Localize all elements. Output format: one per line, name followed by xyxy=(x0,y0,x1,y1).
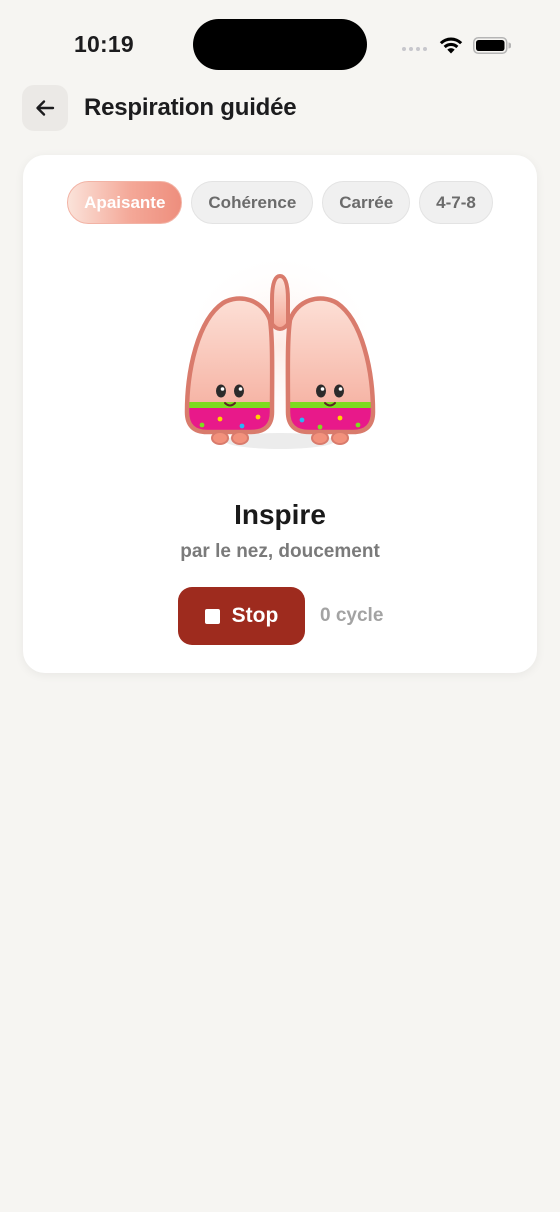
status-bar: 10:19 xyxy=(0,0,560,80)
breathing-card: Apaisante Cohérence Carrée 4-7-8 Inspire… xyxy=(23,155,537,673)
cycle-counter: 0 cycle xyxy=(320,605,384,626)
cellular-signal-icon xyxy=(402,47,427,51)
exercise-controls: Stop 0 cycle xyxy=(178,587,383,645)
phase-instruction: par le nez, doucement xyxy=(180,541,380,562)
dynamic-island xyxy=(193,19,367,70)
arrow-left-icon xyxy=(36,100,55,116)
stop-square-icon xyxy=(204,608,220,624)
header: Respiration guidée xyxy=(0,84,560,132)
tab-coherence[interactable]: Cohérence xyxy=(191,181,314,224)
battery-icon xyxy=(473,37,511,54)
lungs-icon xyxy=(180,260,380,450)
tab-apaisante[interactable]: Apaisante xyxy=(67,181,183,224)
tab-4-7-8[interactable]: 4-7-8 xyxy=(419,181,493,224)
phase-title: Inspire xyxy=(234,499,326,530)
stop-button[interactable]: Stop xyxy=(178,587,305,645)
wifi-icon xyxy=(439,37,463,54)
tab-carree[interactable]: Carrée xyxy=(322,181,411,224)
status-time: 10:19 xyxy=(74,31,134,57)
stop-button-label: Stop xyxy=(231,604,279,627)
back-button[interactable] xyxy=(22,85,68,131)
page-title: Respiration guidée xyxy=(84,94,297,121)
technique-tabs: Apaisante Cohérence Carrée 4-7-8 xyxy=(23,181,537,224)
